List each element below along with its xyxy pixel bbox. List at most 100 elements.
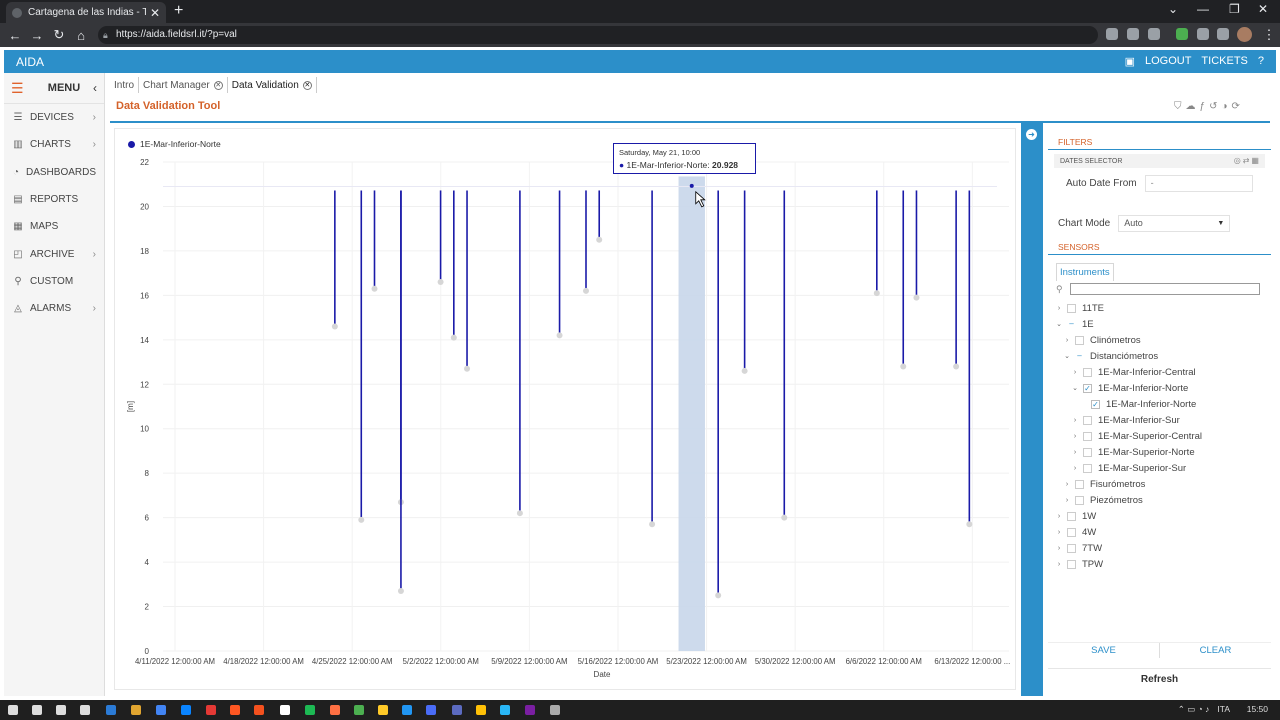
app-icon-3[interactable]: [402, 705, 412, 715]
logout-link[interactable]: LOGOUT: [1145, 55, 1191, 68]
forward-icon[interactable]: →: [26, 28, 48, 43]
clear-button[interactable]: CLEAR: [1160, 643, 1271, 658]
function-icon[interactable]: ƒ: [1200, 101, 1206, 112]
refresh-cycle-icon[interactable]: ↺: [1209, 101, 1217, 112]
close-tab-icon[interactable]: ✕: [150, 6, 160, 20]
arrow-right-icon[interactable]: ➜: [1026, 129, 1037, 140]
tree-checkbox[interactable]: [1083, 415, 1092, 425]
reload-chart-icon[interactable]: ⟳: [1232, 101, 1240, 112]
tree-checkbox[interactable]: [1067, 303, 1076, 313]
tree-checkbox[interactable]: ✓: [1083, 383, 1092, 393]
acrobat-icon[interactable]: [280, 705, 290, 715]
star-icon[interactable]: [1148, 28, 1160, 40]
chart-legend[interactable]: 1E-Mar-Inferior-Norte: [128, 139, 221, 149]
hamburger-icon[interactable]: ☰: [11, 80, 35, 97]
teams-icon[interactable]: [452, 705, 462, 715]
tray-icons[interactable]: ⌃ ▭ ◔ ♪: [1178, 704, 1210, 715]
windows-start-icon[interactable]: [8, 705, 18, 715]
extension-icon[interactable]: [1176, 28, 1188, 40]
search-icon[interactable]: [32, 705, 42, 715]
app-icon-4[interactable]: [426, 705, 436, 715]
restore-button[interactable]: ❐: [1229, 2, 1240, 16]
file-explorer-icon[interactable]: [131, 705, 141, 715]
tree-toggle-icon[interactable]: ›: [1054, 561, 1064, 568]
tree-item[interactable]: › 1E-Mar-Superior-Sur: [1054, 460, 1202, 476]
language-indicator[interactable]: ITA: [1217, 704, 1230, 715]
tree-toggle-icon[interactable]: ›: [1070, 433, 1080, 440]
tree-toggle-icon[interactable]: ›: [1054, 529, 1064, 536]
more-icon[interactable]: ⋮: [1258, 27, 1280, 43]
tree-item[interactable]: ✓ 1E-Mar-Inferior-Norte: [1054, 396, 1202, 412]
tree-checkbox[interactable]: –: [1075, 351, 1084, 361]
chart-mode-select[interactable]: Auto ▼: [1118, 215, 1231, 232]
tree-item[interactable]: › 1W: [1054, 508, 1202, 524]
help-link[interactable]: ?: [1258, 55, 1264, 68]
sensor-search-input[interactable]: [1070, 283, 1260, 295]
tree-checkbox[interactable]: [1067, 511, 1076, 521]
app-icon-1[interactable]: [106, 705, 116, 715]
tree-checkbox[interactable]: –: [1067, 319, 1076, 329]
app-icon-5[interactable]: [476, 705, 486, 715]
home-icon[interactable]: ⌂: [70, 28, 92, 43]
share-icon[interactable]: [1127, 28, 1139, 40]
save-button[interactable]: SAVE: [1048, 643, 1160, 658]
skype-icon[interactable]: [500, 705, 510, 715]
cloud-icon[interactable]: ☁: [1186, 101, 1196, 112]
app-icon-2[interactable]: [330, 705, 340, 715]
calculator-icon[interactable]: [354, 705, 364, 715]
minimize-button[interactable]: —: [1197, 2, 1209, 16]
close-tab-icon[interactable]: ✕: [213, 80, 223, 90]
tree-item[interactable]: ⌄ ✓ 1E-Mar-Inferior-Norte: [1054, 380, 1202, 396]
collapse-menu-icon[interactable]: ‹: [93, 81, 97, 95]
tree-item[interactable]: › Fisurómetros: [1054, 476, 1202, 492]
task-view-icon[interactable]: [56, 705, 66, 715]
dates-selector-icons[interactable]: ◎⇄▦: [1234, 156, 1261, 165]
tree-checkbox[interactable]: [1083, 463, 1092, 473]
clock[interactable]: 15:50: [1247, 704, 1268, 714]
reload-icon[interactable]: ↻: [48, 27, 70, 43]
tree-checkbox[interactable]: [1075, 495, 1084, 505]
tree-toggle-icon[interactable]: ›: [1062, 337, 1072, 344]
tree-item[interactable]: › 1E-Mar-Inferior-Sur: [1054, 412, 1202, 428]
tree-toggle-icon[interactable]: ›: [1070, 369, 1080, 376]
tree-item[interactable]: › 1E-Mar-Inferior-Central: [1054, 364, 1202, 380]
profile-avatar[interactable]: [1237, 27, 1252, 42]
chart-svg[interactable]: 0 2 4 6 8 10 12 14 16 18 20 22 4/11/2022 12:00:00 AM…: [115, 129, 1017, 691]
tree-checkbox[interactable]: [1075, 479, 1084, 489]
tree-toggle-icon[interactable]: ›: [1062, 497, 1072, 504]
tab-data-validation[interactable]: Data Validation ✕: [228, 77, 317, 93]
sidebar-item-charts[interactable]: ▥ CHARTS ›: [4, 131, 104, 158]
tree-item[interactable]: › 7TW: [1054, 540, 1202, 556]
puzzle-icon[interactable]: [1197, 28, 1209, 40]
panel-toggle-strip[interactable]: ➜: [1021, 123, 1043, 696]
tree-checkbox[interactable]: ✓: [1091, 399, 1100, 409]
firefox-icon[interactable]: [254, 705, 264, 715]
tree-item[interactable]: › 1E-Mar-Superior-Central: [1054, 428, 1202, 444]
tree-toggle-icon[interactable]: ›: [1070, 417, 1080, 424]
settings-icon[interactable]: [550, 705, 560, 715]
back-icon[interactable]: ←: [4, 28, 26, 43]
chart-container[interactable]: 0 2 4 6 8 10 12 14 16 18 20 22 4/11/2022 12:00:00 AM…: [114, 128, 1016, 690]
browser-tab[interactable]: Cartagena de las Indias - Tunel C ✕: [6, 2, 166, 23]
refresh-button[interactable]: Refresh: [1048, 668, 1271, 690]
close-tab-icon[interactable]: ✕: [302, 80, 312, 90]
tab-instruments[interactable]: Instruments: [1056, 263, 1114, 281]
tree-toggle-icon[interactable]: ›: [1054, 305, 1064, 312]
sidebar-item-maps[interactable]: ▦ MAPS: [4, 213, 104, 240]
tree-toggle-icon[interactable]: ›: [1062, 481, 1072, 488]
tree-checkbox[interactable]: [1083, 367, 1092, 377]
tree-item[interactable]: › Piezómetros: [1054, 492, 1202, 508]
tree-toggle-icon[interactable]: ›: [1070, 449, 1080, 456]
tree-item[interactable]: › 1E-Mar-Superior-Norte: [1054, 444, 1202, 460]
spotify-icon[interactable]: [305, 705, 315, 715]
tab-search-icon[interactable]: ⌄: [1168, 2, 1178, 16]
sidepanel-icon[interactable]: [1217, 28, 1229, 40]
premiere-icon[interactable]: [525, 705, 535, 715]
sidebar-item-reports[interactable]: ▤ REPORTS: [4, 186, 104, 213]
tab-chart-manager[interactable]: Chart Manager ✕: [139, 77, 228, 93]
edge-icon[interactable]: [181, 705, 191, 715]
tree-toggle-icon[interactable]: ›: [1054, 513, 1064, 520]
sidebar-item-custom[interactable]: ⚲ CUSTOM: [4, 268, 104, 295]
tree-checkbox[interactable]: [1075, 335, 1084, 345]
tree-toggle-icon[interactable]: ›: [1070, 465, 1080, 472]
